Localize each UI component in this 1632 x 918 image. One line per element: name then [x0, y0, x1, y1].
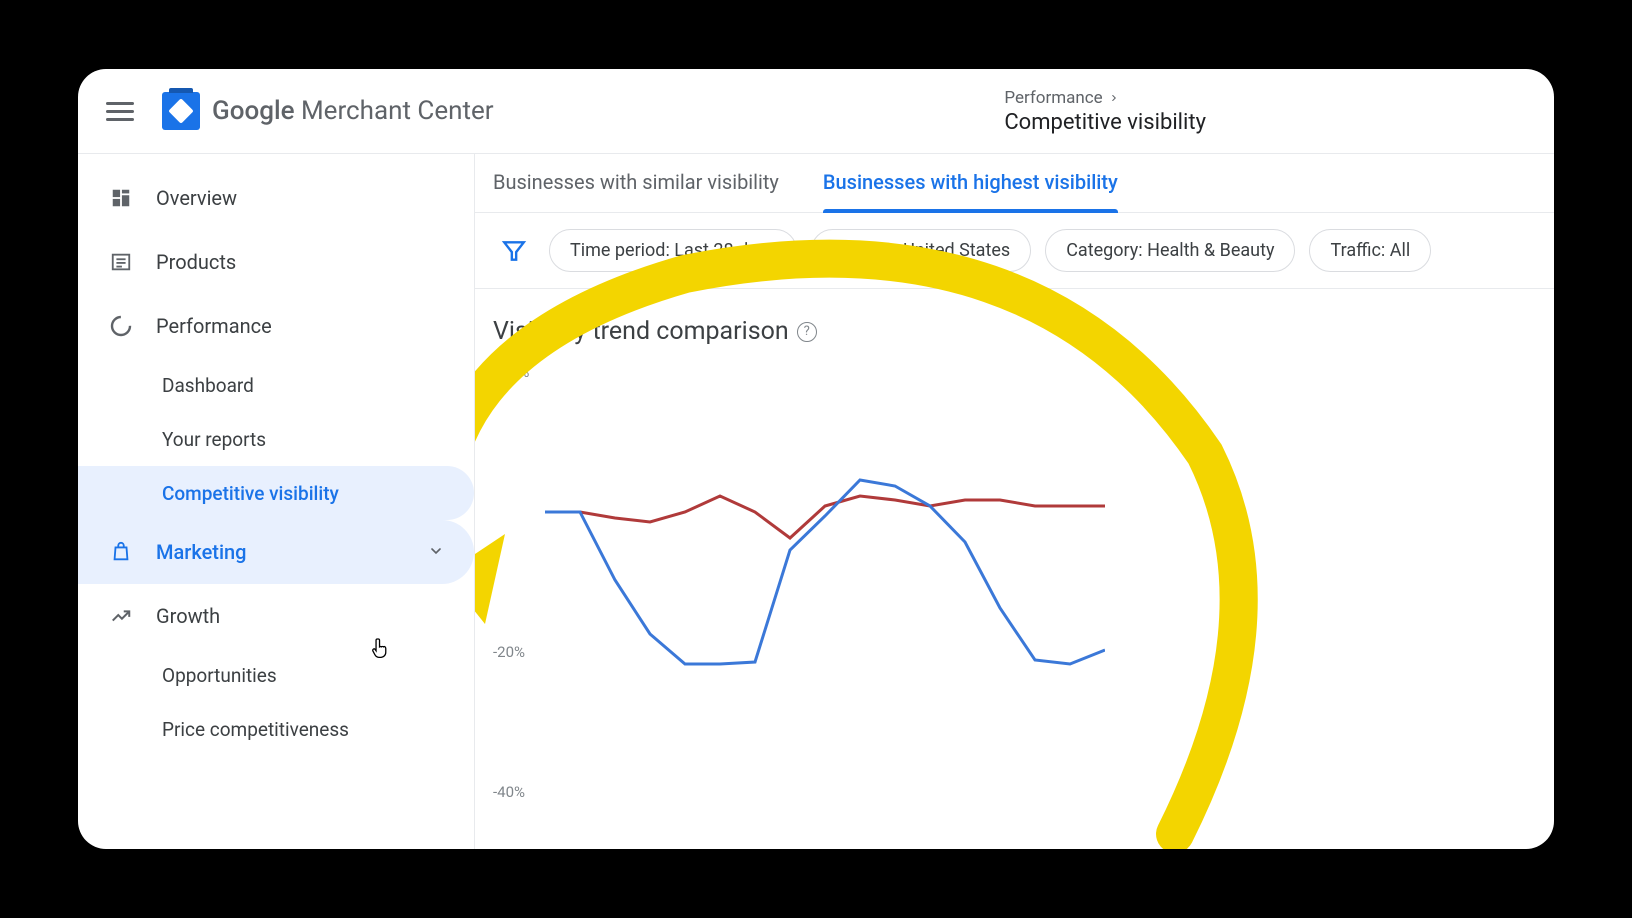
- topbar: Google Merchant Center Performance Compe…: [78, 69, 1554, 154]
- merchant-center-logo-icon: [162, 92, 200, 130]
- sidebar-label: Overview: [156, 186, 237, 210]
- sidebar-label: Your reports: [162, 428, 266, 451]
- sidebar-item-performance[interactable]: Performance: [78, 294, 474, 358]
- help-icon[interactable]: ?: [797, 322, 817, 342]
- sidebar-item-your-reports[interactable]: Your reports: [78, 412, 474, 466]
- chart-title-text: Visibility trend comparison: [493, 317, 789, 346]
- sidebar-item-products[interactable]: Products: [78, 230, 474, 294]
- tabs: Businesses with similar visibility Busin…: [475, 154, 1554, 213]
- menu-icon[interactable]: [106, 97, 134, 125]
- sidebar-label: Performance: [156, 314, 272, 338]
- sidebar-label: Competitive visibility: [162, 482, 339, 505]
- filter-chip-country[interactable]: Country: United States: [811, 229, 1031, 272]
- app-title-bold: Google: [212, 96, 295, 126]
- y-tick-label: -40%: [493, 783, 525, 801]
- trend-up-icon: [108, 603, 134, 629]
- main-content: Businesses with similar visibility Busin…: [475, 154, 1554, 849]
- filter-bar: Time period: Last 28 days Country: Unite…: [475, 213, 1554, 289]
- breadcrumb-current: Competitive visibility: [1004, 110, 1206, 135]
- app-title-rest: Merchant Center: [295, 96, 494, 126]
- sidebar-label: Marketing: [156, 540, 247, 564]
- filter-chip-category[interactable]: Category: Health & Beauty: [1045, 229, 1295, 272]
- filter-icon[interactable]: [493, 238, 535, 264]
- sidebar-item-competitive-visibility[interactable]: Competitive visibility: [78, 466, 474, 520]
- list-icon: [108, 249, 134, 275]
- y-tick-label: +20%: [493, 363, 529, 381]
- breadcrumb: Performance Competitive visibility: [1004, 88, 1526, 135]
- y-tick-label: -20%: [493, 643, 525, 661]
- sidebar-item-price-competitiveness[interactable]: Price competitiveness: [78, 702, 474, 756]
- breadcrumb-parent-label: Performance: [1004, 88, 1102, 108]
- filter-chip-traffic[interactable]: Traffic: All: [1309, 229, 1431, 272]
- sidebar-item-marketing[interactable]: Marketing: [78, 520, 474, 584]
- tab-similar-visibility[interactable]: Businesses with similar visibility: [493, 170, 779, 212]
- sidebar-item-dashboard[interactable]: Dashboard: [78, 358, 474, 412]
- app-window: Google Merchant Center Performance Compe…: [78, 69, 1554, 849]
- chart-lines: [545, 372, 1105, 792]
- sidebar-label: Products: [156, 250, 236, 274]
- sidebar-label: Dashboard: [162, 374, 254, 397]
- shopping-bag-icon: [108, 539, 134, 565]
- chevron-down-icon: [428, 540, 444, 564]
- tab-highest-visibility[interactable]: Businesses with highest visibility: [823, 170, 1118, 212]
- chevron-right-icon: [1109, 93, 1119, 103]
- sidebar-label: Opportunities: [162, 664, 277, 687]
- chart-area: Visibility trend comparison ? +20% -20% …: [475, 289, 1554, 849]
- app-title: Google Merchant Center: [212, 96, 494, 126]
- sidebar-item-opportunities[interactable]: Opportunities: [78, 648, 474, 702]
- sidebar-label: Price competitiveness: [162, 718, 349, 741]
- chart-title: Visibility trend comparison ?: [493, 317, 1536, 346]
- sidebar-item-growth[interactable]: Growth: [78, 584, 474, 648]
- performance-icon: [108, 313, 134, 339]
- sidebar: Overview Products Performance Dashboard …: [78, 154, 475, 849]
- sidebar-label: Growth: [156, 604, 220, 628]
- filter-chip-time[interactable]: Time period: Last 28 days: [549, 229, 797, 272]
- chart-plot: +20% -20% -40%: [493, 372, 1133, 792]
- sidebar-item-overview[interactable]: Overview: [78, 166, 474, 230]
- dashboard-icon: [108, 185, 134, 211]
- breadcrumb-parent[interactable]: Performance: [1004, 88, 1206, 108]
- body: Overview Products Performance Dashboard …: [78, 154, 1554, 849]
